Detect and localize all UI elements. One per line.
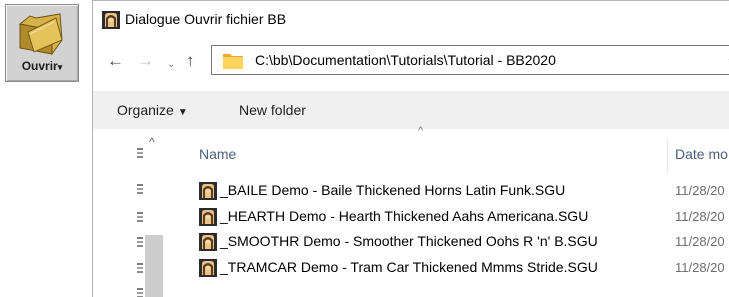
up-arrow-icon[interactable]: ↑ <box>186 51 195 71</box>
address-path: C:\bb\Documentation\Tutorials\Tutorial -… <box>255 52 556 68</box>
ouvrir-caret-icon: ▾ <box>57 62 63 72</box>
column-header-date-modified[interactable]: Date mo <box>675 146 728 162</box>
sort-ascending-icon: ^ <box>418 125 424 137</box>
organize-label: Organize <box>117 102 174 118</box>
column-header-name[interactable]: Name <box>199 146 236 162</box>
column-divider[interactable] <box>667 139 668 173</box>
scrollbar-thumb[interactable] <box>145 235 163 297</box>
file-row[interactable]: _HEARTH Demo - Hearth Thickened Aahs Ame… <box>193 204 729 229</box>
address-bar[interactable]: C:\bb\Documentation\Tutorials\Tutorial -… <box>211 45 729 75</box>
sgu-file-icon <box>199 182 217 205</box>
command-bar: Organize ▼ New folder <box>93 91 729 129</box>
back-arrow-icon[interactable]: ← <box>107 51 124 71</box>
sgu-file-icon <box>199 233 217 256</box>
file-date-modified: 11/28/20 <box>675 234 725 249</box>
ouvrir-button[interactable]: Ouvrir▾ <box>0 0 84 90</box>
address-row: ← → ⌄ ↑ C:\bb\Documentation\Tutorials\Tu… <box>93 41 729 81</box>
file-row[interactable]: _TRAMCAR Demo - Tram Car Thickened Mmms … <box>193 255 729 280</box>
file-row[interactable]: _BAILE Demo - Baile Thickened Horns Lati… <box>193 178 729 203</box>
file-list: ^ Name Date mo _BAILE Demo - Baile Thick… <box>187 125 729 297</box>
file-date-modified: 11/28/20 <box>675 183 725 198</box>
ouvrir-label: Ouvrir▾ <box>21 59 63 73</box>
file-name: _BAILE Demo - Baile Thickened Horns Lati… <box>220 182 566 198</box>
organize-button[interactable]: Organize ▼ <box>117 102 188 118</box>
file-date-modified: 11/28/20 <box>675 259 725 275</box>
forward-arrow-icon[interactable]: → <box>137 51 154 71</box>
open-file-dialog: Dialogue Ouvrir fichier BB ← → ⌄ ↑ C:\bb… <box>92 0 729 297</box>
organize-caret-icon: ▼ <box>177 107 188 118</box>
folder-open-icon <box>18 13 63 56</box>
file-name: _HEARTH Demo - Hearth Thickened Aahs Ame… <box>220 207 589 224</box>
navigation-pane: ^ <box>93 129 183 297</box>
file-date-modified: 11/28/20 <box>675 208 725 224</box>
navigation-scrollbar[interactable]: ^ <box>143 135 163 297</box>
file-name: _SMOOTHR Demo - Smoother Thickened Oohs … <box>220 233 598 249</box>
folder-icon <box>223 54 243 69</box>
dialog-title: Dialogue Ouvrir fichier BB <box>125 11 287 27</box>
new-folder-button[interactable]: New folder <box>239 102 306 118</box>
band-in-a-box-app-icon <box>102 11 120 29</box>
title-bar: Dialogue Ouvrir fichier BB <box>93 1 729 39</box>
recent-locations-chevron-icon[interactable]: ⌄ <box>167 55 175 75</box>
sgu-file-icon <box>199 258 217 282</box>
file-name: _TRAMCAR Demo - Tram Car Thickened Mmms … <box>220 258 598 275</box>
file-row[interactable]: _SMOOTHR Demo - Smoother Thickened Oohs … <box>193 229 729 254</box>
scroll-up-arrow-icon[interactable]: ^ <box>149 135 155 149</box>
sgu-file-icon <box>199 207 217 231</box>
